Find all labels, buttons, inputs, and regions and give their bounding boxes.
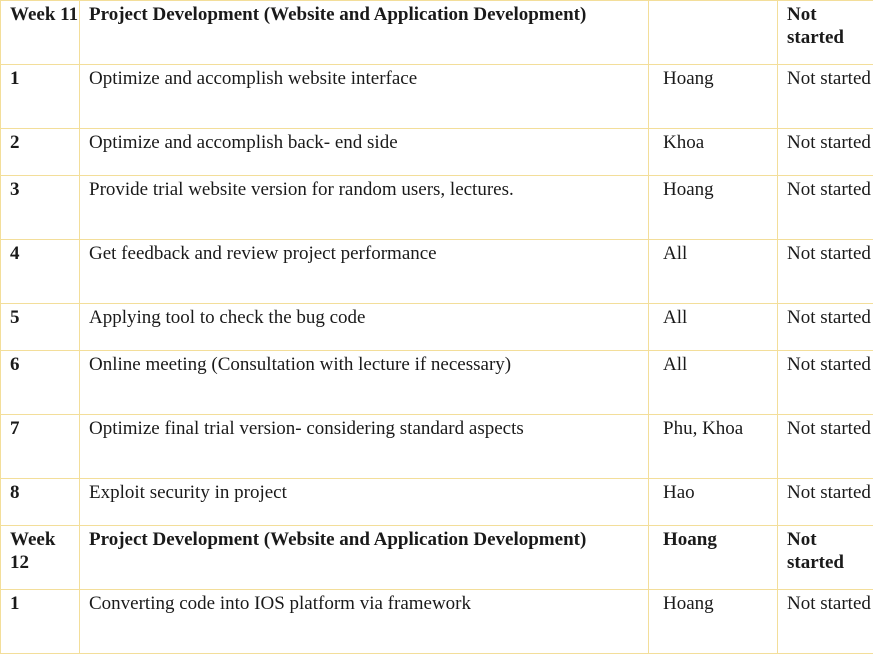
- task-status: Not started: [777, 525, 873, 590]
- task-number: 1: [0, 64, 80, 129]
- phase-title: Project Development (Website and Applica…: [79, 525, 649, 590]
- task-number: 7: [0, 414, 80, 479]
- task-status: Not started: [777, 478, 873, 526]
- task-status: Not started: [777, 64, 873, 129]
- task-owner: All: [648, 303, 778, 351]
- week-label: Week 11: [0, 0, 80, 65]
- task-owner: All: [648, 239, 778, 304]
- task-status: Not started: [777, 589, 873, 654]
- table-row: 8 Exploit security in project Hao Not st…: [0, 478, 873, 526]
- task-status: Not started: [777, 350, 873, 415]
- task-description: Exploit security in project: [79, 478, 649, 526]
- task-description: Optimize and accomplish website interfac…: [79, 64, 649, 129]
- table-row: 3 Provide trial website version for rand…: [0, 175, 873, 240]
- task-number: 1: [0, 589, 80, 654]
- task-owner: Hoang: [648, 175, 778, 240]
- task-description: Converting code into IOS platform via fr…: [79, 589, 649, 654]
- week-header-row: Week 11 Project Development (Website and…: [0, 0, 873, 65]
- task-number: 2: [0, 128, 80, 176]
- task-status: Not started: [777, 175, 873, 240]
- task-description: Get feedback and review project performa…: [79, 239, 649, 304]
- table-row: 1 Converting code into IOS platform via …: [0, 589, 873, 654]
- table-row: 2 Optimize and accomplish back- end side…: [0, 128, 873, 176]
- task-owner: [648, 0, 778, 65]
- table-row: 5 Applying tool to check the bug code Al…: [0, 303, 873, 351]
- table-row: 1 Optimize and accomplish website interf…: [0, 64, 873, 129]
- task-description: Optimize and accomplish back- end side: [79, 128, 649, 176]
- task-number: 5: [0, 303, 80, 351]
- task-status: Not started: [777, 128, 873, 176]
- task-description: Online meeting (Consultation with lectur…: [79, 350, 649, 415]
- task-status: Not started: [777, 239, 873, 304]
- task-number: 4: [0, 239, 80, 304]
- task-number: 3: [0, 175, 80, 240]
- task-owner: Khoa: [648, 128, 778, 176]
- phase-title: Project Development (Website and Applica…: [79, 0, 649, 65]
- table-row: 7 Optimize final trial version- consider…: [0, 414, 873, 479]
- task-owner: Hoang: [648, 64, 778, 129]
- task-description: Optimize final trial version- considerin…: [79, 414, 649, 479]
- task-owner: Hoang: [648, 525, 778, 590]
- task-owner: Hoang: [648, 589, 778, 654]
- task-owner: Phu, Khoa: [648, 414, 778, 479]
- task-status: Not started: [777, 303, 873, 351]
- table-row: 6 Online meeting (Consultation with lect…: [0, 350, 873, 415]
- task-owner: All: [648, 350, 778, 415]
- task-owner: Hao: [648, 478, 778, 526]
- task-number: 6: [0, 350, 80, 415]
- week-header-row: Week 12 Project Development (Website and…: [0, 525, 873, 590]
- task-description: Provide trial website version for random…: [79, 175, 649, 240]
- task-status: Not started: [777, 414, 873, 479]
- task-number: 8: [0, 478, 80, 526]
- schedule-table: Week 11 Project Development (Website and…: [0, 0, 873, 654]
- week-label: Week 12: [0, 525, 80, 590]
- task-status: Not started: [777, 0, 873, 65]
- table-row: 4 Get feedback and review project perfor…: [0, 239, 873, 304]
- task-description: Applying tool to check the bug code: [79, 303, 649, 351]
